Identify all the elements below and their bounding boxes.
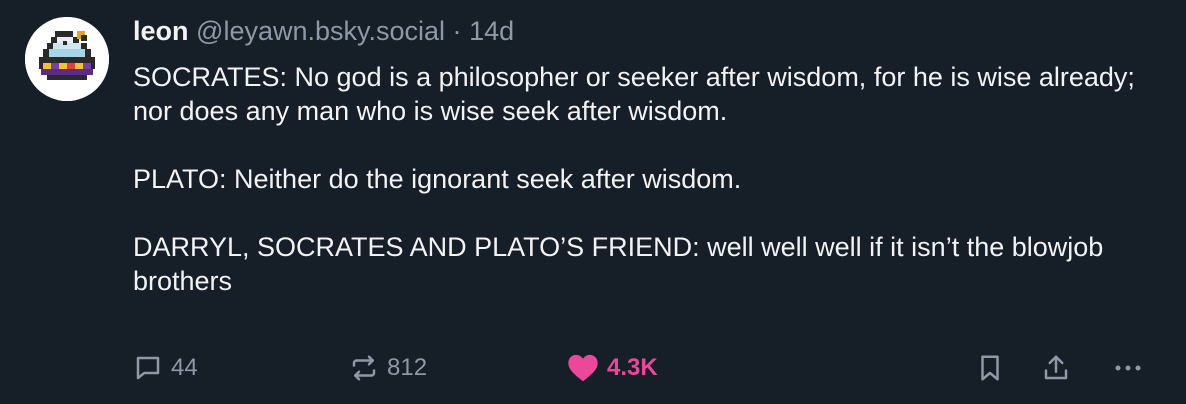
repost-button[interactable]: 812 (349, 350, 427, 386)
author-handle[interactable]: @leyawn.bsky.social (196, 16, 445, 46)
post: leon @leyawn.bsky.social · 14d SOCRATES:… (0, 0, 1186, 404)
more-options-icon (1113, 353, 1143, 383)
post-actions: 44 812 4.3K (133, 350, 1163, 390)
separator-dot: · (452, 16, 462, 46)
avatar[interactable] (25, 17, 109, 101)
share-button[interactable] (1041, 350, 1071, 386)
heart-icon (567, 353, 599, 383)
more-options-button[interactable] (1113, 350, 1143, 386)
author-display-name[interactable]: leon (133, 16, 189, 46)
like-count: 4.3K (607, 354, 658, 381)
reply-count: 44 (171, 354, 198, 381)
pixel-art-avatar-icon (25, 17, 109, 101)
bookmark-button[interactable] (975, 350, 1005, 386)
post-paragraph: DARRYL, SOCRATES AND PLATO’S FRIEND: wel… (133, 232, 1104, 296)
reply-bubble-icon (133, 353, 163, 383)
post-content: leon @leyawn.bsky.social · 14d SOCRATES:… (133, 12, 1143, 298)
post-paragraph: PLATO: Neither do the ignorant seek afte… (133, 164, 742, 194)
post-header: leon @leyawn.bsky.social · 14d (133, 12, 1143, 50)
post-timestamp[interactable]: 14d (469, 16, 514, 46)
reply-button[interactable]: 44 (133, 350, 198, 386)
share-icon (1041, 352, 1071, 384)
post-paragraph: SOCRATES: No god is a philosopher or see… (133, 62, 1135, 126)
repost-icon (349, 353, 379, 383)
post-text: SOCRATES: No god is a philosopher or see… (133, 60, 1143, 298)
repost-count: 812 (387, 354, 428, 381)
bookmark-icon (975, 352, 1005, 384)
paragraph-spacer (133, 128, 1143, 162)
like-button[interactable]: 4.3K (567, 350, 658, 386)
paragraph-spacer (133, 196, 1143, 230)
